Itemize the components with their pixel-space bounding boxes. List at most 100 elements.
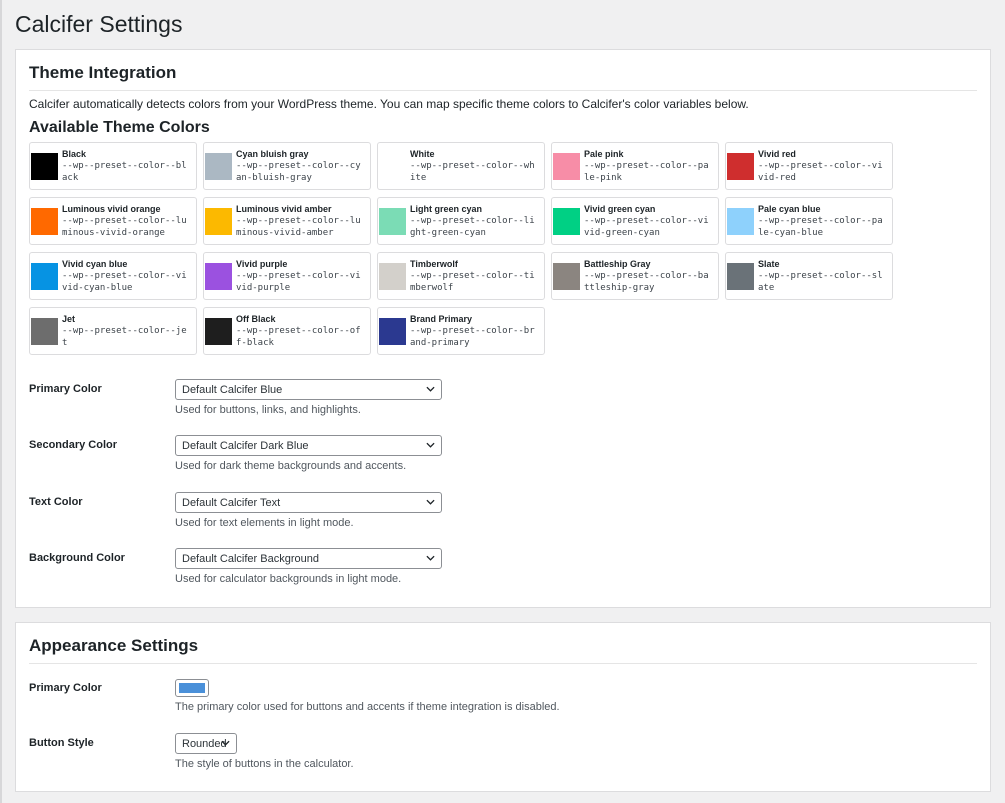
swatch-text: Luminous vivid orange --wp--preset--color… <box>62 203 192 239</box>
swatch-text: Off Black --wp--preset--color--off-black <box>236 313 366 349</box>
swatch-text: Vivid green cyan --wp--preset--color--viv… <box>584 203 714 239</box>
secondary-color-select-value: Default Calcifer Dark Blue <box>182 439 309 452</box>
appearance-settings-card: Appearance Settings Primary Color The pr… <box>15 622 991 792</box>
color-swatch-block <box>205 262 232 290</box>
swatch-text: Jet --wp--preset--color--jet <box>62 313 192 349</box>
color-swatch-block <box>31 262 58 290</box>
swatch-css-variable: --wp--preset--color--vivid-purple <box>236 271 361 293</box>
color-swatch-block <box>379 152 406 180</box>
swatch-text: Timberwolf --wp--preset--color--timberwol… <box>410 258 540 294</box>
swatch-text: Brand Primary --wp--preset--color--brand-… <box>410 313 540 349</box>
color-swatch-block <box>379 262 406 290</box>
color-swatch-block <box>205 152 232 180</box>
theme-color-swatch: Vivid red --wp--preset--color--vivid-red <box>725 142 893 190</box>
swatch-css-variable: --wp--preset--color--pale-cyan-blue <box>758 216 883 238</box>
swatch-css-variable: --wp--preset--color--slate <box>758 271 883 293</box>
swatch-css-variable: --wp--preset--color--vivid-cyan-blue <box>62 271 187 293</box>
text-color-select-value: Default Calcifer Text <box>182 496 281 509</box>
primary-color-swatch <box>179 683 205 693</box>
button-style-label: Button Style <box>29 737 94 749</box>
color-swatch-block <box>553 262 580 290</box>
button-style-description: The style of buttons in the calculator. <box>175 758 354 770</box>
swatch-css-variable: --wp--preset--color--cyan-bluish-gray <box>236 161 361 183</box>
swatch-text: Pale cyan blue --wp--preset--color--pale-… <box>758 203 888 239</box>
swatch-name: Battleship Gray <box>584 259 651 269</box>
theme-color-swatch: Vivid cyan blue --wp--preset--color--vivi… <box>29 252 197 300</box>
appearance-primary-color-description: The primary color used for buttons and a… <box>175 701 560 713</box>
theme-color-swatch: Pale pink --wp--preset--color--pale-pink <box>551 142 719 190</box>
theme-color-swatch: Jet --wp--preset--color--jet <box>29 307 197 355</box>
swatch-css-variable: --wp--preset--color--luminous-vivid-ambe… <box>236 216 361 238</box>
swatch-css-variable: --wp--preset--color--light-green-cyan <box>410 216 535 238</box>
swatch-css-variable: --wp--preset--color--timberwolf <box>410 271 535 293</box>
theme-color-swatch: Light green cyan --wp--preset--color--lig… <box>377 197 545 245</box>
page-title: Calcifer Settings <box>15 11 183 37</box>
color-swatch-block <box>31 317 58 345</box>
swatch-name: Jet <box>62 314 76 324</box>
swatch-name: Luminous vivid orange <box>62 204 161 214</box>
swatch-text: Vivid cyan blue --wp--preset--color--vivi… <box>62 258 192 294</box>
color-swatch-block <box>379 317 406 345</box>
swatch-text: Light green cyan --wp--preset--color--lig… <box>410 203 540 239</box>
theme-color-swatch: Black --wp--preset--color--black <box>29 142 197 190</box>
swatch-name: Slate <box>758 259 780 269</box>
theme-color-swatch: Off Black --wp--preset--color--off-black <box>203 307 371 355</box>
theme-color-swatch: White --wp--preset--color--white <box>377 142 545 190</box>
theme-integration-card: Theme Integration Calcifer automatically… <box>15 49 991 608</box>
background-color-select[interactable]: Default Calcifer Background <box>175 548 442 569</box>
theme-color-swatch: Timberwolf --wp--preset--color--timberwol… <box>377 252 545 300</box>
appearance-settings-heading: Appearance Settings <box>29 636 977 665</box>
color-swatch-block <box>727 152 754 180</box>
available-theme-colors-heading: Available Theme Colors <box>29 119 210 136</box>
color-swatch-block <box>205 207 232 235</box>
swatch-text: Slate --wp--preset--color--slate <box>758 258 888 294</box>
theme-color-swatch: Vivid green cyan --wp--preset--color--viv… <box>551 197 719 245</box>
theme-color-swatch: Vivid purple --wp--preset--color--vivid-p… <box>203 252 371 300</box>
secondary-color-description: Used for dark theme backgrounds and acce… <box>175 460 407 472</box>
text-color-select[interactable]: Default Calcifer Text <box>175 492 442 513</box>
button-style-select[interactable]: Rounded <box>175 733 237 754</box>
color-swatch-block <box>31 152 58 180</box>
swatch-css-variable: --wp--preset--color--pale-pink <box>584 161 709 183</box>
swatch-css-variable: --wp--preset--color--black <box>62 161 187 183</box>
secondary-color-label: Secondary Color <box>29 439 118 451</box>
color-swatch-block <box>727 207 754 235</box>
theme-color-swatch: Pale cyan blue --wp--preset--color--pale-… <box>725 197 893 245</box>
theme-integration-intro: Calcifer automatically detects colors fr… <box>29 97 749 111</box>
background-color-select-value: Default Calcifer Background <box>182 552 319 565</box>
color-swatch-block <box>31 207 58 235</box>
theme-color-swatch: Brand Primary --wp--preset--color--brand-… <box>377 307 545 355</box>
swatch-css-variable: --wp--preset--color--vivid-green-cyan <box>584 216 709 238</box>
theme-color-swatch: Luminous vivid amber --wp--preset--color-… <box>203 197 371 245</box>
color-swatch-block <box>205 317 232 345</box>
swatch-name: Vivid purple <box>236 259 288 269</box>
primary-color-label: Primary Color <box>29 383 102 395</box>
chevron-down-icon <box>426 442 435 448</box>
background-color-label: Background Color <box>29 552 125 564</box>
swatch-text: Black --wp--preset--color--black <box>62 148 192 184</box>
primary-color-select[interactable]: Default Calcifer Blue <box>175 379 442 400</box>
secondary-color-select[interactable]: Default Calcifer Dark Blue <box>175 435 442 456</box>
button-style-select-value: Rounded <box>182 737 227 750</box>
chevron-down-icon <box>221 740 230 746</box>
swatch-text: Luminous vivid amber --wp--preset--color-… <box>236 203 366 239</box>
theme-color-swatch-grid: Black --wp--preset--color--black Cyan blui… <box>29 142 899 355</box>
swatch-name: White <box>410 149 435 159</box>
swatch-name: Light green cyan <box>410 204 483 214</box>
swatch-css-variable: --wp--preset--color--white <box>410 161 535 183</box>
swatch-text: White --wp--preset--color--white <box>410 148 540 184</box>
primary-color-description: Used for buttons, links, and highlights. <box>175 404 361 416</box>
primary-color-picker[interactable] <box>175 679 209 697</box>
left-edge-divider <box>0 0 2 803</box>
swatch-name: Vivid red <box>758 149 796 159</box>
chevron-down-icon <box>426 555 435 561</box>
swatch-name: Pale cyan blue <box>758 204 821 214</box>
swatch-text: Vivid red --wp--preset--color--vivid-red <box>758 148 888 184</box>
swatch-css-variable: --wp--preset--color--off-black <box>236 326 361 348</box>
swatch-css-variable: --wp--preset--color--luminous-vivid-oran… <box>62 216 187 238</box>
theme-integration-heading: Theme Integration <box>29 63 977 92</box>
swatch-css-variable: --wp--preset--color--jet <box>62 326 187 348</box>
swatch-css-variable: --wp--preset--color--battleship-gray <box>584 271 709 293</box>
swatch-name: Cyan bluish gray <box>236 149 309 159</box>
swatch-name: Vivid green cyan <box>584 204 656 214</box>
